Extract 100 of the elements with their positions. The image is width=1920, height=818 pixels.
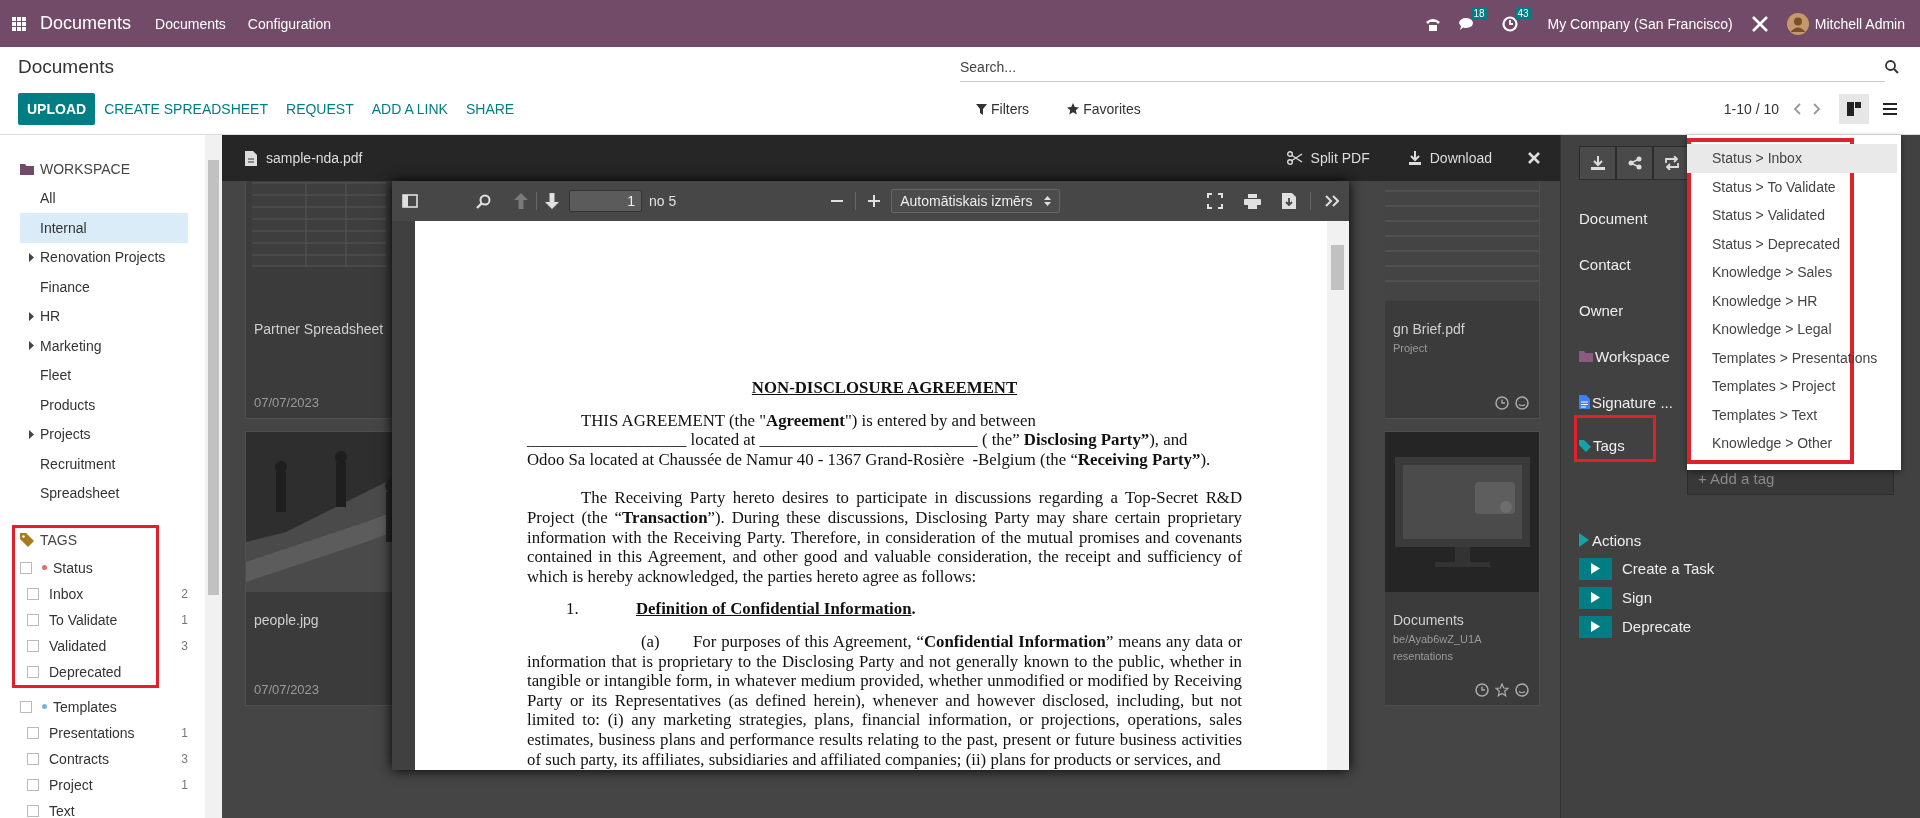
favorites-button[interactable]: Favorites [1061, 100, 1147, 118]
dropdown-option[interactable]: Status > To Validate [1687, 172, 1897, 201]
dropdown-option[interactable]: Knowledge > Sales [1687, 258, 1897, 287]
tag-label[interactable]: Inbox [49, 585, 84, 602]
chat-icon[interactable] [1457, 15, 1476, 32]
caret-icon[interactable] [29, 429, 34, 439]
document-card[interactable]: Documents be/Ayab6wZ_U1A resentations [1385, 431, 1540, 706]
tag-label[interactable]: To Validate [49, 611, 118, 628]
play-button[interactable] [1579, 586, 1612, 609]
tag-label[interactable]: Project [49, 776, 93, 793]
zoom-select[interactable]: Automātiskais izmērs [891, 189, 1061, 213]
search-icon[interactable] [476, 193, 491, 209]
download-button[interactable] [1579, 146, 1616, 180]
save-icon[interactable] [1282, 193, 1296, 209]
close-icon[interactable] [1528, 152, 1540, 164]
menu-item[interactable]: Documents [155, 15, 226, 32]
document-paragraph: THIS AGREEMENT (the "Agreement") is entered by and between ___________________ located at __________________________ ( the” Disclosing Party”), and Odoo Sa located at Chaussée de Namur 40 - 1367 Grand-Rosière -Belgium (the “Receiving Party”). [527, 410, 1212, 470]
print-icon[interactable] [1244, 193, 1261, 209]
workspace-item[interactable]: HR [20, 301, 188, 331]
more-icon[interactable] [1325, 195, 1339, 207]
tag-group-label[interactable]: Templates [53, 698, 117, 715]
tag-count: 1 [181, 612, 188, 627]
card-title: Partner Spreadsheet [253, 320, 385, 337]
caret-icon[interactable] [29, 311, 34, 321]
dropdown-option[interactable]: Knowledge > HR [1687, 286, 1897, 315]
dropdown-option[interactable]: Status > Validated [1687, 201, 1897, 230]
tag-label[interactable]: Validated [49, 637, 107, 654]
workspace-item[interactable]: Spreadsheet [20, 478, 188, 508]
fullscreen-icon[interactable] [1207, 193, 1223, 209]
dropdown-option[interactable]: Status > Deprecated [1687, 229, 1897, 258]
download-button[interactable]: Download [1401, 149, 1498, 167]
scrollbar[interactable] [1327, 221, 1349, 770]
user-name[interactable]: Mitchell Admin [1814, 15, 1905, 32]
workspace-item[interactable]: Marketing [20, 331, 188, 361]
checkbox[interactable] [27, 778, 39, 791]
play-button[interactable] [1579, 557, 1612, 580]
tag-label[interactable]: Presentations [49, 724, 135, 741]
checkbox[interactable] [27, 726, 39, 739]
checkbox[interactable] [27, 613, 39, 626]
play-button[interactable] [1579, 615, 1612, 638]
down-arrow-icon[interactable] [545, 193, 559, 209]
avatar-icon[interactable] [1786, 12, 1809, 35]
checkbox[interactable] [27, 639, 39, 652]
dropdown-option[interactable]: Knowledge > Other [1687, 429, 1897, 458]
document-card[interactable]: gn Brief.pdf Project [1385, 181, 1540, 419]
workspace-item[interactable]: Renovation Projects [20, 242, 188, 272]
toolbar-button[interactable]: ADD A LINK [362, 94, 457, 124]
workspace-item[interactable]: Fleet [20, 360, 188, 390]
checkbox[interactable] [20, 700, 32, 713]
checkbox[interactable] [27, 587, 39, 600]
checkbox[interactable] [27, 804, 39, 817]
scrollbar[interactable] [205, 135, 222, 818]
star-icon[interactable] [1495, 683, 1509, 697]
app-name[interactable]: Documents [40, 13, 132, 34]
dropdown-option[interactable]: Status > Inbox [1687, 144, 1897, 173]
share-button[interactable] [1616, 146, 1653, 180]
tag-label[interactable]: Text [49, 802, 75, 818]
search-field[interactable]: Search... [960, 52, 1885, 82]
clock-icon[interactable] [1475, 683, 1489, 697]
kanban-view-button[interactable] [1839, 94, 1869, 124]
dropdown-option[interactable]: Templates > Text [1687, 400, 1897, 429]
filters-button[interactable]: Filters [970, 100, 1036, 118]
toolbar-button[interactable]: REQUEST [277, 94, 363, 124]
filter-icon [976, 103, 987, 115]
caret-icon[interactable] [29, 341, 34, 350]
tag-label[interactable]: Contracts [49, 750, 109, 767]
smiley-icon[interactable] [1515, 683, 1529, 697]
search-icon[interactable] [1885, 60, 1899, 74]
previous-icon[interactable] [1793, 103, 1801, 115]
action-label[interactable]: Create a Task [1622, 560, 1715, 577]
next-icon[interactable] [1813, 103, 1821, 115]
dropdown-option[interactable]: Knowledge > Legal [1687, 315, 1897, 344]
workspace-item[interactable]: Products [20, 390, 188, 420]
tag-label[interactable]: Deprecated [49, 663, 122, 680]
smiley-icon[interactable] [1515, 396, 1529, 410]
checkbox[interactable] [27, 665, 39, 678]
company-switcher[interactable]: My Company (San Francisco) [1547, 15, 1733, 32]
toolbar-button[interactable]: SHARE [456, 94, 524, 124]
caret-icon[interactable] [29, 252, 34, 262]
sidebar-toggle-icon[interactable] [402, 194, 418, 208]
page-number-field[interactable]: 1 [569, 190, 642, 212]
workspace-item[interactable]: All [20, 183, 188, 213]
toolbar-button[interactable]: CREATE SPREADSHEET [95, 94, 277, 124]
workspace-item[interactable]: Recruitment [20, 449, 188, 479]
split-pdf-button[interactable]: Split PDF [1280, 149, 1376, 167]
workspace-item[interactable]: Finance [20, 272, 188, 302]
card-title: Documents [1392, 611, 1465, 628]
workspace-item[interactable]: Projects [20, 419, 188, 449]
menu-item[interactable]: Configuration [247, 15, 332, 32]
zoom-in-icon[interactable] [867, 194, 882, 208]
workspace-item[interactable]: Internal [20, 213, 188, 243]
action-label[interactable]: Sign [1622, 589, 1653, 606]
app-menu-icon[interactable] [12, 16, 26, 31]
tag-group-label[interactable]: Status [53, 559, 93, 576]
checkbox[interactable] [27, 752, 39, 765]
toolbar-button[interactable]: UPLOAD [18, 93, 96, 125]
dropdown-option[interactable]: Templates > Project [1687, 372, 1897, 401]
checkbox[interactable] [20, 561, 32, 574]
clock-icon[interactable] [1495, 396, 1509, 410]
action-label[interactable]: Deprecate [1622, 618, 1692, 635]
